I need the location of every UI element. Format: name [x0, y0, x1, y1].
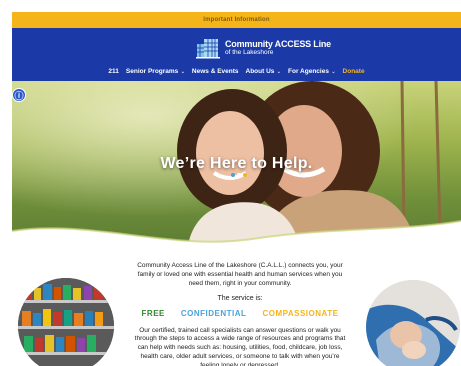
slider-dot[interactable]: [243, 173, 247, 177]
logo-title: Community ACCESS Line: [225, 38, 331, 49]
hero-headline: We’re Here to Help.: [160, 155, 313, 172]
accessibility-icon: ⓘ: [14, 90, 24, 101]
nav-item-for-agencies[interactable]: For Agencies ⌄: [288, 68, 336, 75]
service-label: The service is:: [217, 295, 263, 303]
intro-section: Community Access Line of the Lakeshore (…: [130, 262, 350, 366]
nav-item-donate[interactable]: Donate: [343, 68, 365, 75]
nav-item-news-events[interactable]: News & Events: [192, 68, 239, 75]
chevron-down-icon: ⌄: [179, 69, 185, 75]
important-information-bar[interactable]: Important Information: [12, 12, 461, 28]
main-nav: 211 Senior Programs ⌄ News & Events Abou…: [12, 68, 461, 75]
intro-paragraph: Community Access Line of the Lakeshore (…: [137, 262, 343, 287]
services-description: Our certified, trained call specialists …: [134, 326, 346, 366]
slider-dots: [231, 173, 247, 177]
accessibility-button[interactable]: ⓘ: [12, 88, 26, 102]
chevron-down-icon: ⌄: [275, 69, 281, 75]
chevron-down-icon: ⌄: [329, 69, 336, 75]
hero-banner: We’re Here to Help.: [12, 81, 461, 251]
service-pillars: FREE CONFIDENTIAL COMPASSIONATE: [130, 309, 350, 320]
pillar-compassionate: COMPASSIONATE: [262, 308, 339, 318]
nav-item-211[interactable]: 211: [108, 68, 119, 75]
pillar-confidential: CONFIDENTIAL: [180, 308, 247, 318]
food-pantry-image: [18, 278, 114, 366]
logo-subtitle: of the Lakeshore: [225, 48, 274, 56]
nav-item-senior-programs[interactable]: Senior Programs ⌄: [126, 68, 185, 75]
slider-dot[interactable]: [237, 173, 241, 177]
important-information-link[interactable]: Important Information: [203, 17, 270, 23]
logo-building-icon: [196, 37, 222, 59]
parent-with-baby-image: [366, 280, 460, 366]
pillar-free: FREE: [141, 308, 165, 318]
nav-item-about-us[interactable]: About Us ⌄: [246, 68, 281, 75]
slider-dot[interactable]: [231, 173, 235, 177]
site-logo[interactable]: Community ACCESS Line of the Lakeshore: [196, 37, 331, 59]
site-header: Community ACCESS Line of the Lakeshore 2…: [12, 28, 461, 81]
